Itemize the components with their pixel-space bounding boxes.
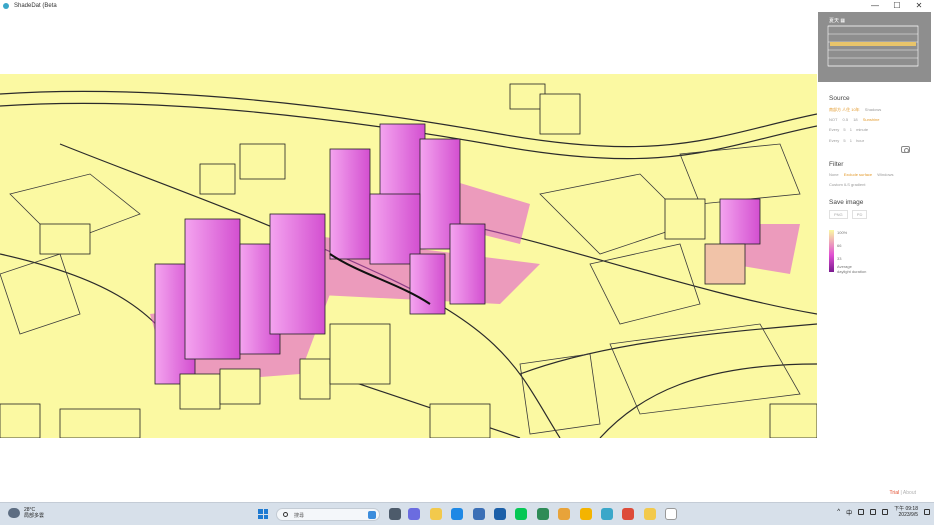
windows-start-icon[interactable] xyxy=(258,509,268,519)
every-label-1: Every xyxy=(829,127,840,132)
legend-caption-2: daylight duration xyxy=(837,269,867,274)
wifi-icon[interactable] xyxy=(858,509,865,515)
battery-icon[interactable] xyxy=(882,509,889,515)
minimize-button[interactable]: — xyxy=(864,0,886,12)
camera-icon[interactable] xyxy=(901,146,910,153)
speaker-icon[interactable] xyxy=(870,509,877,515)
app-icon-1[interactable] xyxy=(580,508,592,520)
source-not-label: NOT xyxy=(829,117,838,122)
interval-step-1[interactable]: 1 xyxy=(850,127,852,132)
trial-footer: Trial | About xyxy=(890,490,916,496)
maximize-button[interactable]: ☐ xyxy=(886,0,908,12)
shade-legend-bar xyxy=(829,230,834,272)
calculator-icon[interactable] xyxy=(473,508,485,520)
clock[interactable]: 下午 09:18 2023/9/5 xyxy=(894,506,918,518)
mail-icon[interactable] xyxy=(558,508,570,520)
save-image-buttons: PNG PD xyxy=(829,210,870,219)
3d-viewport[interactable] xyxy=(0,74,817,438)
source-value-b[interactable]: 18 xyxy=(853,117,857,122)
source-row-4: Every 5 1 hour xyxy=(829,138,864,143)
file-explorer-icon[interactable] xyxy=(430,508,442,520)
about-link[interactable]: About xyxy=(903,490,916,496)
app-icon-2[interactable] xyxy=(644,508,656,520)
save-png-button[interactable]: PNG xyxy=(829,210,848,219)
shadedat-app-icon[interactable] xyxy=(601,508,613,520)
interval-value-1[interactable]: 5 xyxy=(843,127,845,132)
chevron-up-icon[interactable]: ^ xyxy=(837,509,840,515)
sun-hours-minimap[interactable]: 夏天 ▦ xyxy=(818,12,931,82)
source-row-1: 南部方 人住 10年 Shadows xyxy=(829,107,881,113)
language-indicator[interactable]: 中 xyxy=(846,508,852,517)
source-row-3: Every 5 1 minute xyxy=(829,127,868,132)
interval-unit-minute: minute xyxy=(856,127,869,132)
interval-unit-hour: hour xyxy=(856,138,865,143)
source-row-2: NOT 0.5 18 Sunshine xyxy=(829,117,879,122)
filter-title: Filter xyxy=(829,161,844,168)
interval-step-2[interactable]: 1 xyxy=(850,138,852,143)
edge-icon[interactable] xyxy=(451,508,463,520)
filter-exclude-surface-option[interactable]: Exclude surface xyxy=(844,172,872,177)
taskbar: 28°C 局部多雲 搜尋 ^ 中 下午 09:18 2023/9/5 xyxy=(0,502,934,525)
search-placeholder: 搜尋 xyxy=(294,513,305,519)
filter-none-option[interactable]: None xyxy=(829,172,839,177)
evernote-icon[interactable] xyxy=(537,508,549,520)
every-label-2: Every xyxy=(829,138,840,143)
bing-icon xyxy=(368,511,376,519)
weather-desc: 局部多雲 xyxy=(24,513,45,519)
trial-separator: | xyxy=(900,490,902,496)
taskbar-search-input[interactable]: 搜尋 xyxy=(276,508,380,521)
notification-icon[interactable] xyxy=(924,509,930,515)
source-shadows-option[interactable]: Shadows xyxy=(865,107,881,112)
legend-label-top: 100% xyxy=(837,230,848,235)
clock-date: 2023/9/5 xyxy=(898,512,918,518)
app-logo-icon xyxy=(3,3,9,9)
source-location-option[interactable]: 南部方 人住 10年 xyxy=(829,107,860,112)
filter-row-1: None Exclude surface Windows xyxy=(829,172,894,177)
title-bar: ShadeDat (Beta — ☐ ✕ xyxy=(0,0,934,12)
interval-value-2[interactable]: 5 xyxy=(843,138,845,143)
source-title: Source xyxy=(829,95,850,102)
task-view-icon[interactable] xyxy=(389,508,401,520)
cloud-icon xyxy=(8,508,20,518)
save-pdf-button[interactable]: PD xyxy=(851,210,868,219)
chrome-icon[interactable] xyxy=(622,508,634,520)
app-window: ShadeDat (Beta — ☐ ✕ 夏天 ▦ Source 南部方 人住 … xyxy=(0,0,934,502)
teams-icon[interactable] xyxy=(408,508,420,520)
filter-gradient-option[interactable]: Custom ILS gradient xyxy=(829,182,865,187)
source-sunshine-option[interactable]: Sunshine xyxy=(863,117,880,122)
legend-label-low: 33 xyxy=(837,256,842,261)
notepad-icon[interactable] xyxy=(665,508,677,520)
source-value-a[interactable]: 0.5 xyxy=(843,117,849,122)
city-shade-render xyxy=(0,83,817,438)
trial-label[interactable]: Trial xyxy=(890,490,900,496)
steam-icon[interactable] xyxy=(494,508,506,520)
search-icon xyxy=(283,512,288,517)
legend-label-mid: 66 xyxy=(837,243,842,248)
weather-widget[interactable]: 28°C 局部多雲 xyxy=(8,507,44,519)
filter-windows-option[interactable]: Windows xyxy=(877,172,893,177)
line-icon[interactable] xyxy=(515,508,527,520)
close-button[interactable]: ✕ xyxy=(908,0,930,12)
window-title: ShadeDat (Beta xyxy=(14,3,57,9)
side-panel: 夏天 ▦ Source 南部方 人住 10年 Shadows NOT 0.5 1… xyxy=(818,12,934,502)
save-image-title: Save image xyxy=(829,199,864,206)
system-tray: ^ 中 下午 09:18 2023/9/5 xyxy=(837,506,930,518)
minimap-grid xyxy=(827,25,919,67)
